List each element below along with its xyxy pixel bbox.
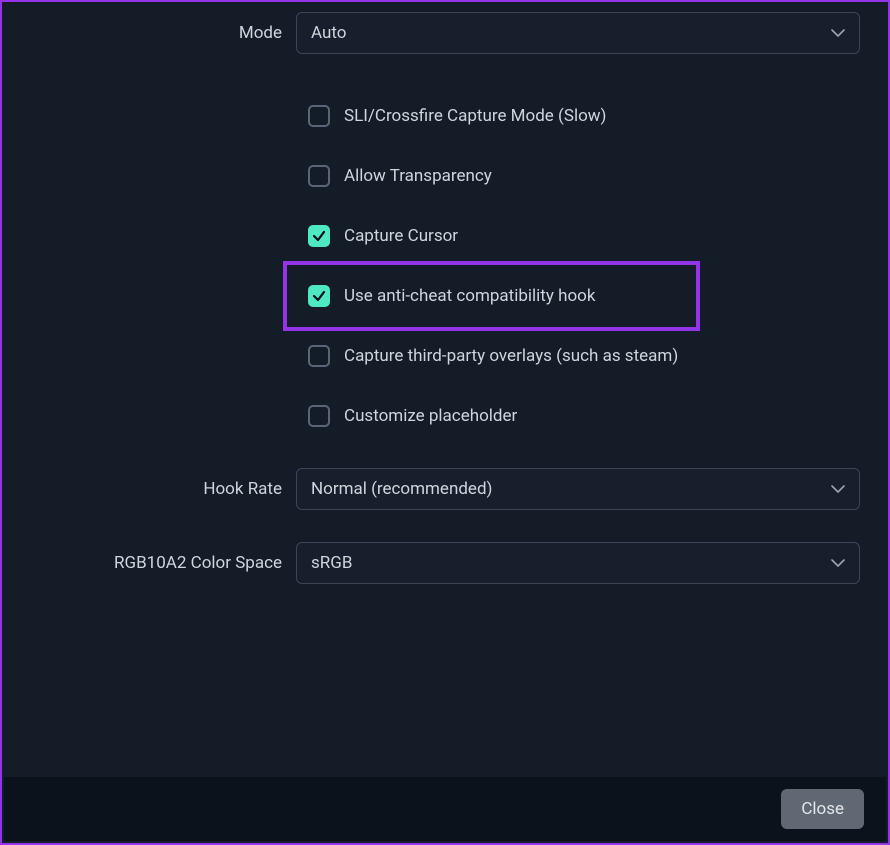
color-space-select[interactable]: sRGB [296,542,860,584]
chevron-down-icon [831,482,845,496]
allow-transparency-label: Allow Transparency [344,166,492,186]
anticheat-hook-label: Use anti-cheat compatibility hook [344,286,596,306]
anticheat-hook-checkbox[interactable] [308,285,330,307]
color-space-label: RGB10A2 Color Space [2,553,296,573]
hook-rate-select[interactable]: Normal (recommended) [296,468,860,510]
customize-placeholder-checkbox[interactable] [308,405,330,427]
mode-select[interactable]: Auto [296,12,860,54]
sli-crossfire-label: SLI/Crossfire Capture Mode (Slow) [344,106,606,126]
customize-placeholder-label: Customize placeholder [344,406,517,426]
capture-cursor-checkbox[interactable] [308,225,330,247]
close-button[interactable]: Close [781,789,864,829]
third-party-overlays-checkbox[interactable] [308,345,330,367]
color-space-select-value: sRGB [311,553,352,573]
hook-rate-label: Hook Rate [2,479,296,499]
chevron-down-icon [831,556,845,570]
dialog-footer: Close [4,777,886,841]
sli-crossfire-checkbox[interactable] [308,105,330,127]
mode-label: Mode [2,23,296,43]
capture-cursor-label: Capture Cursor [344,226,458,246]
third-party-overlays-label: Capture third-party overlays (such as st… [344,346,678,366]
hook-rate-select-value: Normal (recommended) [311,479,492,499]
allow-transparency-checkbox[interactable] [308,165,330,187]
chevron-down-icon [831,26,845,40]
mode-select-value: Auto [311,23,346,43]
